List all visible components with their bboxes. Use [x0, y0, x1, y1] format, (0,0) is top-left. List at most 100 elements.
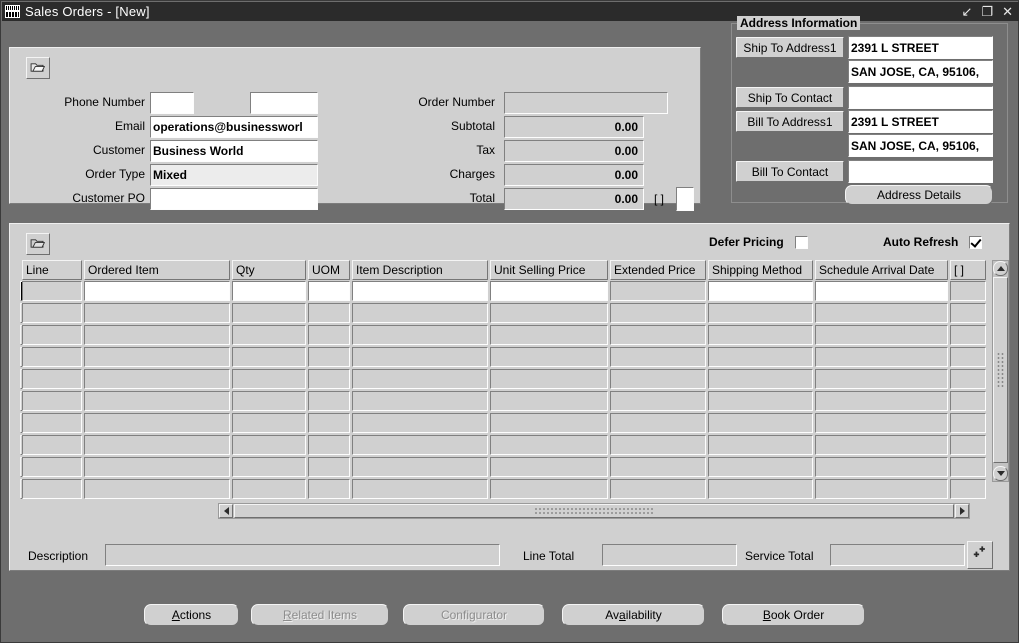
grid-cell[interactable] [308, 347, 350, 367]
grid-cell[interactable] [490, 413, 608, 433]
grid-cell[interactable] [490, 369, 608, 389]
grid-cell[interactable] [950, 347, 986, 367]
grid-cell[interactable] [490, 391, 608, 411]
column-header[interactable]: Extended Price [610, 260, 706, 280]
grid-cell[interactable] [308, 391, 350, 411]
grid-cell[interactable] [352, 347, 488, 367]
grid-cell[interactable] [490, 347, 608, 367]
bill-to-address1-value[interactable]: 2391 L STREET [848, 110, 993, 133]
actions-button[interactable]: Actions [144, 604, 239, 626]
grid-cell[interactable] [950, 413, 986, 433]
grid-cell[interactable] [22, 391, 82, 411]
grid-cell[interactable] [22, 303, 82, 323]
vertical-scroll-thumb[interactable] [993, 277, 1008, 463]
grid-cell[interactable] [950, 281, 986, 301]
grid-cell[interactable] [815, 457, 948, 477]
grid-cell[interactable] [308, 457, 350, 477]
related-items-button[interactable]: Related Items [251, 604, 389, 626]
column-header[interactable]: Unit Selling Price [490, 260, 608, 280]
bill-to-contact-value[interactable] [848, 160, 993, 183]
grid-cell[interactable] [84, 457, 230, 477]
grid-cell[interactable] [950, 457, 986, 477]
lines-folder-button[interactable] [26, 233, 50, 255]
grid-cell[interactable] [815, 303, 948, 323]
grid-cell[interactable] [352, 391, 488, 411]
grid-cell[interactable] [232, 303, 306, 323]
grid-cell[interactable] [22, 325, 82, 345]
grid-cell[interactable] [950, 303, 986, 323]
grid-cell[interactable] [610, 457, 706, 477]
phone-number-input[interactable] [150, 92, 194, 114]
grid-cell[interactable] [308, 413, 350, 433]
grid-cell[interactable] [84, 479, 230, 499]
grid-cell[interactable] [22, 413, 82, 433]
column-header[interactable]: Item Description [352, 260, 488, 280]
grid-cell[interactable] [490, 303, 608, 323]
grid-cell[interactable] [352, 435, 488, 455]
grid-cell[interactable] [84, 281, 230, 301]
grid-cell[interactable] [490, 479, 608, 499]
grid-cell[interactable] [352, 281, 488, 301]
auto-refresh-checkbox[interactable] [969, 235, 983, 249]
grid-cell[interactable] [22, 369, 82, 389]
description-input[interactable] [105, 544, 500, 566]
grid-cell[interactable] [610, 347, 706, 367]
grid-cell[interactable] [490, 281, 608, 301]
horizontal-scroll-thumb[interactable] [234, 504, 954, 518]
scroll-up-button[interactable] [993, 261, 1008, 276]
grid-cell[interactable] [84, 325, 230, 345]
grid-cell[interactable] [84, 347, 230, 367]
grid-cell[interactable] [708, 281, 813, 301]
grid-cell[interactable] [232, 457, 306, 477]
grid-cell[interactable] [950, 369, 986, 389]
grid-cell[interactable] [232, 281, 306, 301]
grid-cell[interactable] [352, 457, 488, 477]
grid-cell[interactable] [22, 457, 82, 477]
grid-cell[interactable] [950, 325, 986, 345]
grid-cell[interactable] [22, 347, 82, 367]
grid-cell[interactable] [308, 479, 350, 499]
grid-cell[interactable] [815, 325, 948, 345]
grid-cell[interactable] [84, 391, 230, 411]
column-header[interactable]: Qty [232, 260, 306, 280]
header-folder-button[interactable] [26, 57, 50, 79]
grid-cell[interactable] [610, 369, 706, 389]
phone-extension-input[interactable] [250, 92, 318, 114]
grid-cell[interactable] [352, 369, 488, 389]
email-input[interactable]: operations@businessworl [150, 116, 318, 138]
grid-cell[interactable] [84, 369, 230, 389]
ship-to-contact-value[interactable] [848, 86, 993, 109]
grid-cell[interactable] [708, 457, 813, 477]
grid-cell[interactable] [610, 435, 706, 455]
grid-cell[interactable] [610, 325, 706, 345]
scroll-down-button[interactable] [993, 466, 1008, 481]
grid-cell[interactable] [708, 479, 813, 499]
minimize-button[interactable]: ↙ [962, 5, 973, 18]
grid-cell[interactable] [352, 303, 488, 323]
column-header[interactable]: Shipping Method [708, 260, 813, 280]
column-header[interactable]: Schedule Arrival Date [815, 260, 948, 280]
grid-cell[interactable] [610, 413, 706, 433]
grid-cell[interactable] [815, 413, 948, 433]
defer-pricing-checkbox[interactable] [794, 235, 808, 249]
configurator-button[interactable]: Confi g urator [403, 604, 545, 626]
grid-cell[interactable] [950, 479, 986, 499]
grid-cell[interactable] [232, 369, 306, 389]
grid-cell[interactable] [610, 303, 706, 323]
grid-cell[interactable] [84, 435, 230, 455]
availability-button[interactable]: Av a ilability [562, 604, 705, 626]
column-header[interactable]: UOM [308, 260, 350, 280]
column-header[interactable]: [ ] [950, 260, 986, 280]
grid-cell[interactable] [232, 479, 306, 499]
grid-cell[interactable] [352, 479, 488, 499]
scroll-left-button[interactable] [219, 504, 233, 518]
grid-cell[interactable] [308, 325, 350, 345]
ship-to-contact-button[interactable]: Ship To Contact [736, 87, 844, 108]
grid-cell[interactable] [610, 391, 706, 411]
grid-cell[interactable] [22, 435, 82, 455]
grid-cell[interactable] [815, 391, 948, 411]
ship-to-address1-button[interactable]: Ship To Address1 [736, 37, 844, 58]
grid-cell[interactable] [708, 369, 813, 389]
ship-to-address2-value[interactable]: SAN JOSE, CA, 95106, [848, 60, 993, 83]
grid-cell[interactable] [232, 413, 306, 433]
